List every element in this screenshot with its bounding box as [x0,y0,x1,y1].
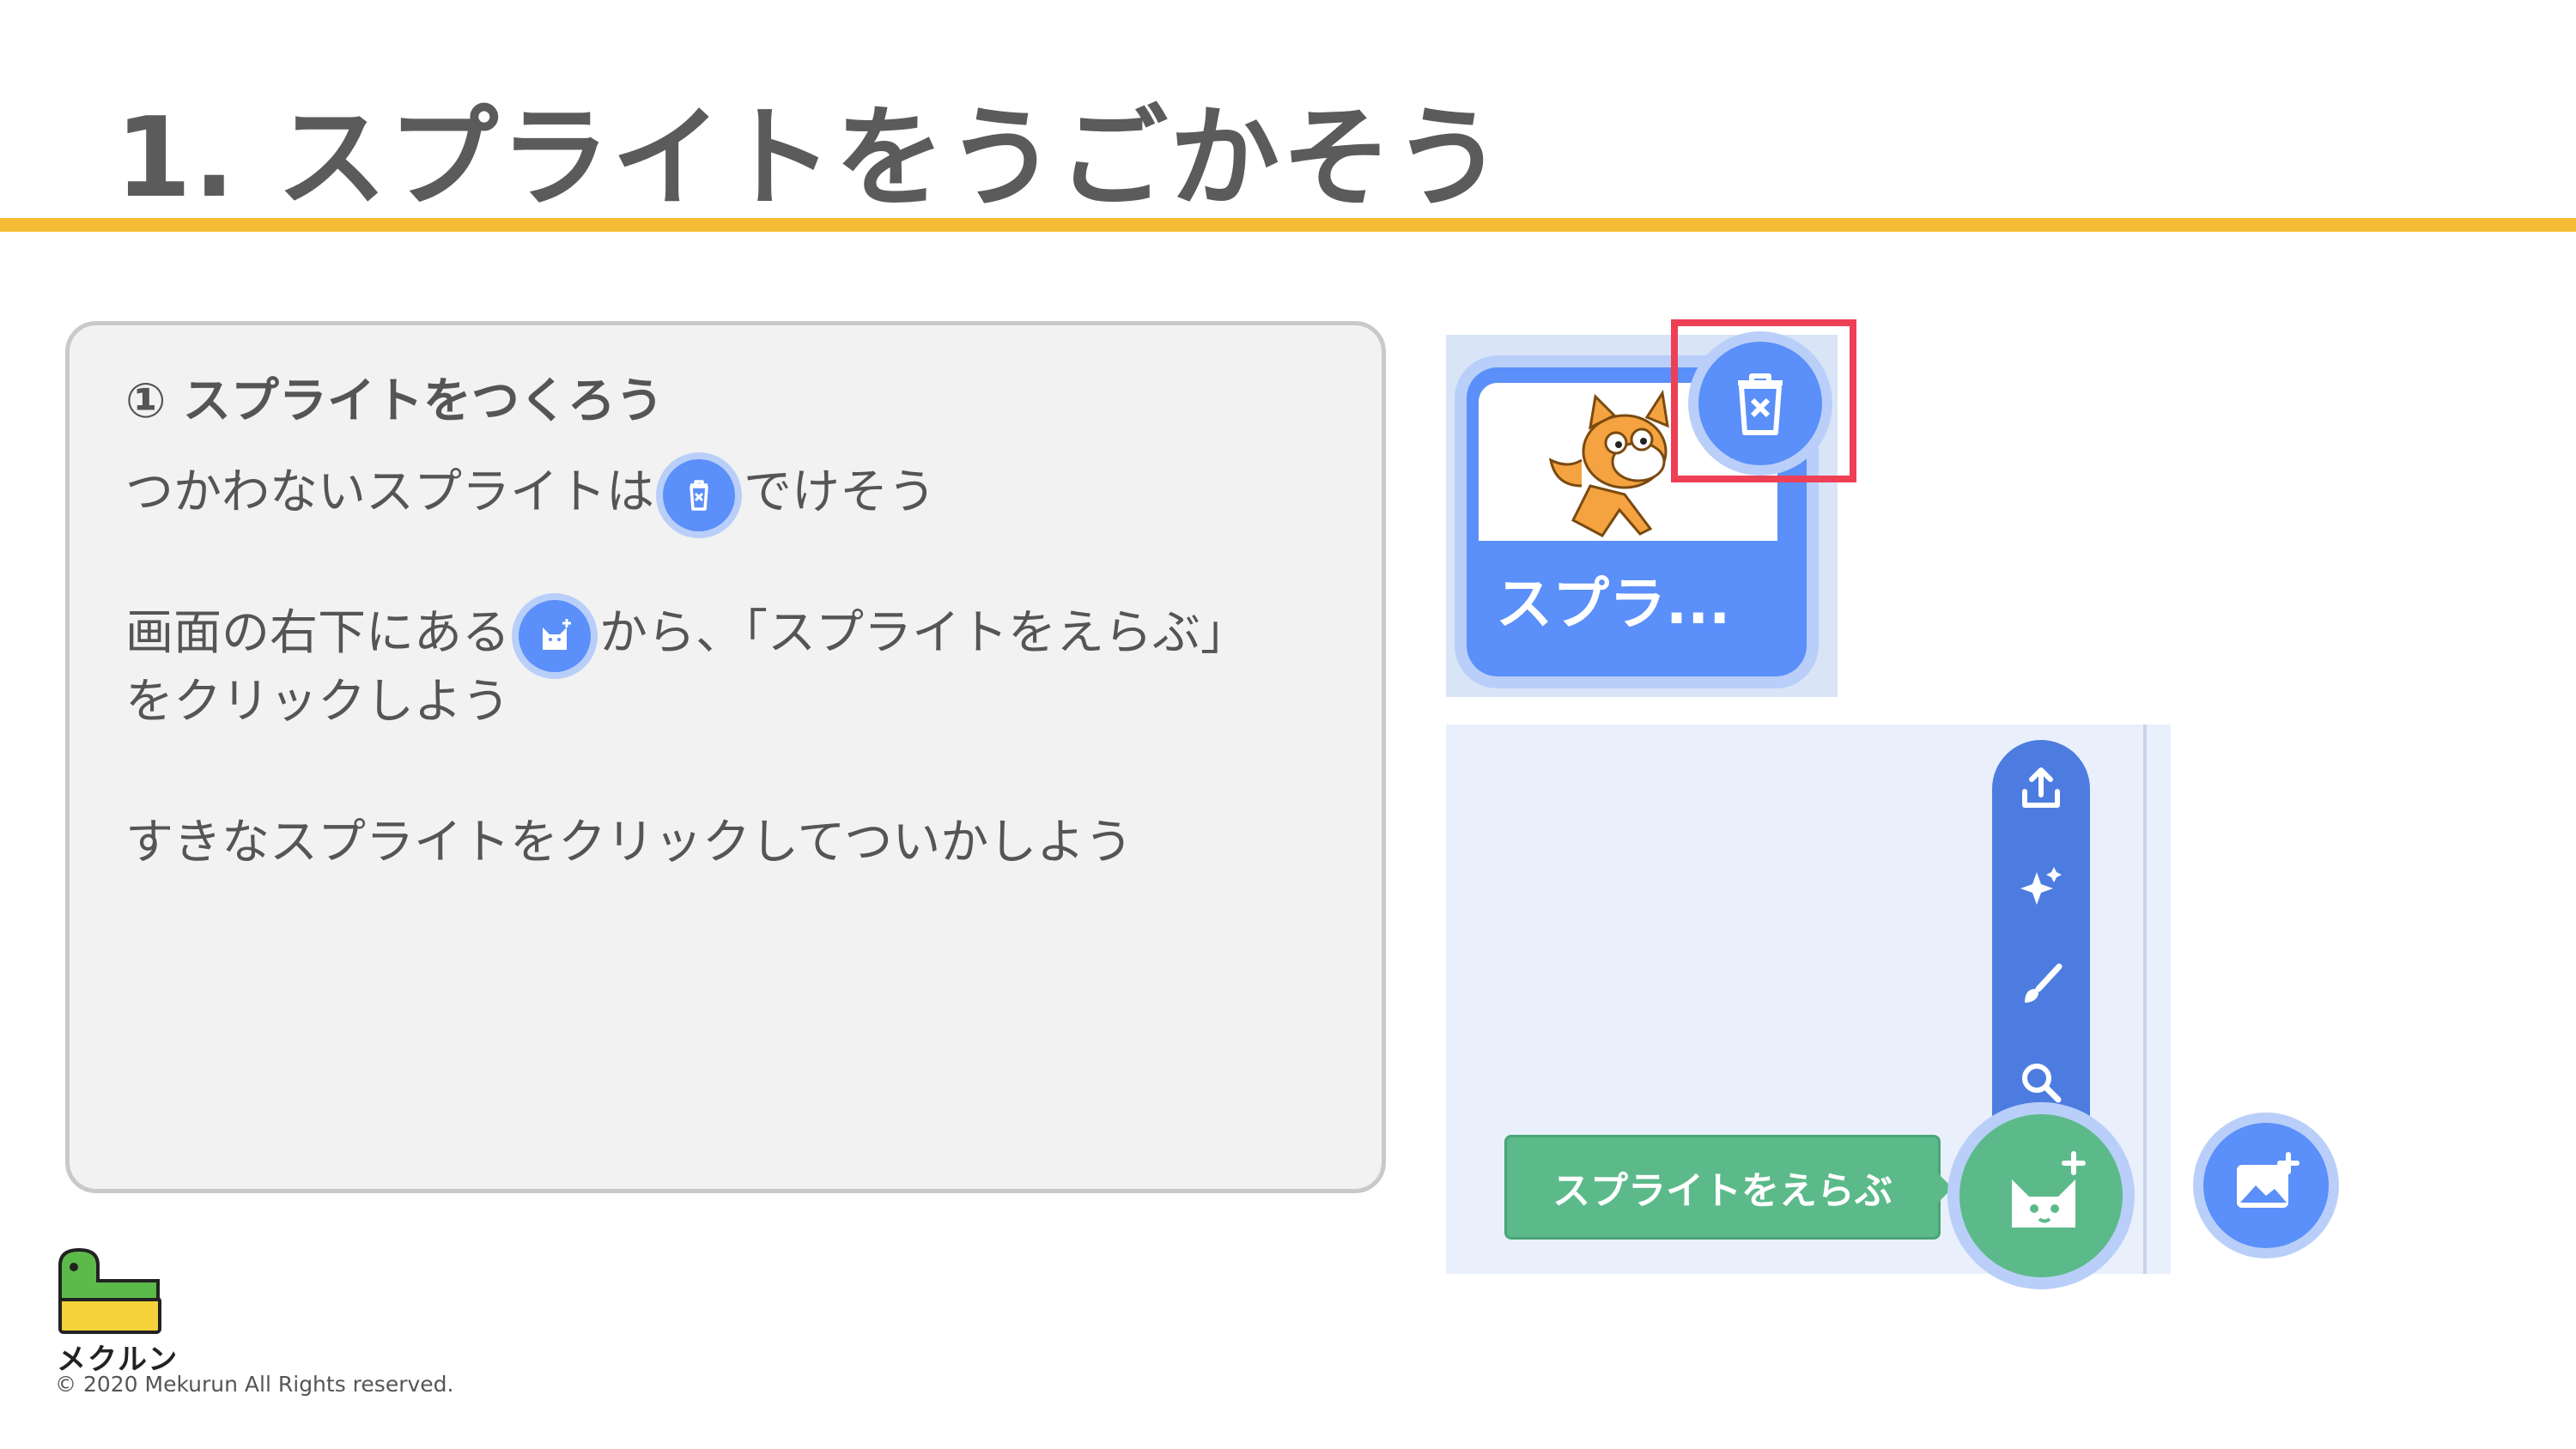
paint-icon[interactable] [2018,961,2064,1008]
search-icon[interactable] [2018,1059,2064,1106]
trash-icon [663,458,735,531]
upload-icon[interactable] [2018,766,2064,812]
instruction-text: 画面の右下にある [125,605,510,661]
cat-plus-icon [2012,1151,2086,1228]
surprise-icon[interactable] [2018,864,2064,910]
panel-divider [2143,724,2147,1274]
instruction-text: から、「スプライトをえらぶ」 [599,605,1249,661]
copyright-text: © 2020 Mekurun All Rights reserved. [55,1372,454,1397]
sprite-name-label: スプラ... [1496,571,1731,637]
page-title: 1. スプライトをうごかそう [115,94,1505,222]
choose-backdrop-button[interactable] [2203,1123,2329,1248]
instruction-line-click: をクリックしよう [125,674,510,730]
instruction-text: つかわないスプライトは [125,464,654,520]
instruction-line-delete: つかわないスプライトは でけそう [125,458,936,531]
choose-sprite-tooltip: スプライトをえらぶ [1504,1135,1941,1240]
choose-sprite-button[interactable] [1959,1114,2123,1277]
title-underline [0,218,2576,232]
choose-sprite-icon [519,599,591,672]
highlight-frame [1671,319,1856,482]
instruction-text: でけそう [744,464,936,520]
instruction-line-add: すきなスプライトをクリックしてついかしよう [125,815,1133,870]
instruction-card [65,321,1386,1193]
mekurun-logo [57,1247,163,1334]
instruction-line-choose: 画面の右下にある から、「スプライトをえらぶ」 [125,599,1249,672]
step-heading: ① スプライトをつくろう [125,373,664,429]
backdrop-plus-icon [2237,1152,2300,1208]
tooltip-arrow [1937,1173,1953,1203]
